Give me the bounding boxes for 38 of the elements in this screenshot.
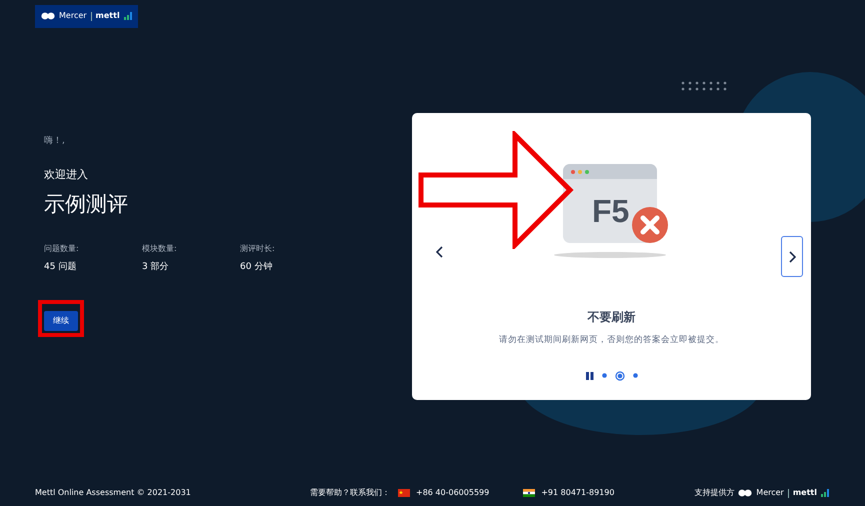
copyright-text: Mettl Online Assessment © 2021-2031 <box>35 487 192 499</box>
next-button[interactable] <box>781 236 803 277</box>
mercer-mark-icon <box>738 489 752 497</box>
slide-title: 不要刷新 <box>588 309 636 326</box>
bar-chart-icon <box>821 489 829 497</box>
previous-button[interactable] <box>436 246 444 258</box>
logo-brand-text: Mercer <box>756 487 784 499</box>
mercer-mark-icon <box>41 12 55 20</box>
stat-value: 3 部分 <box>142 260 170 274</box>
assessment-title: 示例测评 <box>44 191 129 218</box>
slide-indicator[interactable] <box>632 373 638 378</box>
stat-label: 模块数量: <box>142 242 178 254</box>
india-flag-icon <box>523 489 536 497</box>
china-flag-icon <box>398 489 410 497</box>
powered-by-text: 支持提供方 <box>694 487 734 499</box>
phone-number: +86 40-06005599 <box>416 487 490 499</box>
browser-f5-drawing: F5 <box>554 164 670 260</box>
logo-product-text: mettl <box>792 487 817 499</box>
phone-number: +91 80471-89190 <box>541 487 614 499</box>
slide-indicator[interactable] <box>614 370 624 381</box>
logo-brand-text: Mercer <box>59 10 87 22</box>
pause-button[interactable] <box>586 372 594 380</box>
logo-product-text: mettl <box>96 10 120 22</box>
greeting-text: 嗨！, <box>44 135 66 148</box>
chevron-left-icon <box>436 246 444 258</box>
pause-icon <box>586 372 594 380</box>
slide-description: 请勿在测试期间刷新网页，否则您的答案会立即被提交。 <box>499 334 724 347</box>
help-text: 需要帮助？联系我们： <box>310 487 390 499</box>
welcome-text: 欢迎进入 <box>44 166 89 182</box>
stat-value: 45 问题 <box>44 260 78 274</box>
slide-indicator[interactable] <box>602 373 606 378</box>
chevron-right-icon <box>788 250 796 262</box>
stat-label: 问题数量: <box>44 242 80 254</box>
stat-label: 测评时长: <box>240 242 276 254</box>
dot-grid-pattern <box>681 81 729 91</box>
continue-button[interactable]: 继续 <box>44 311 78 331</box>
stat-value: 60 分钟 <box>240 260 274 274</box>
bar-chart-icon <box>124 12 132 20</box>
